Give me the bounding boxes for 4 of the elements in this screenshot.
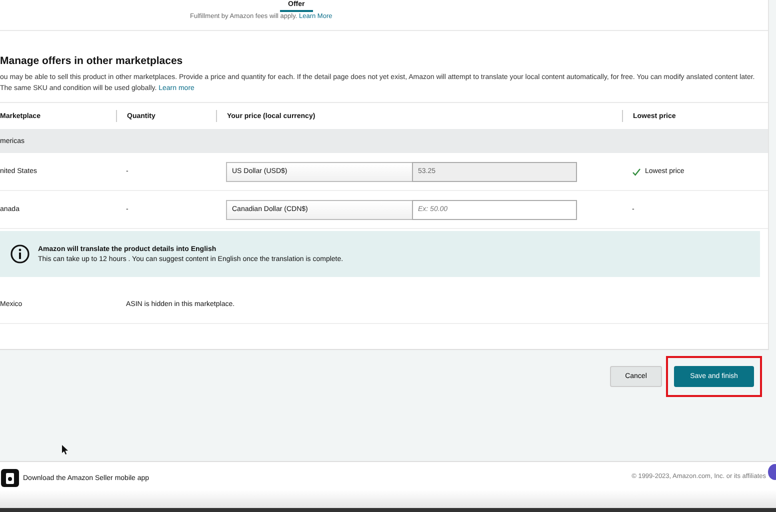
cursor-icon [62, 445, 69, 455]
section-title: Manage offers in other marketplaces [0, 55, 184, 67]
info-icon [10, 244, 30, 264]
app-icon[interactable] [1, 469, 19, 487]
